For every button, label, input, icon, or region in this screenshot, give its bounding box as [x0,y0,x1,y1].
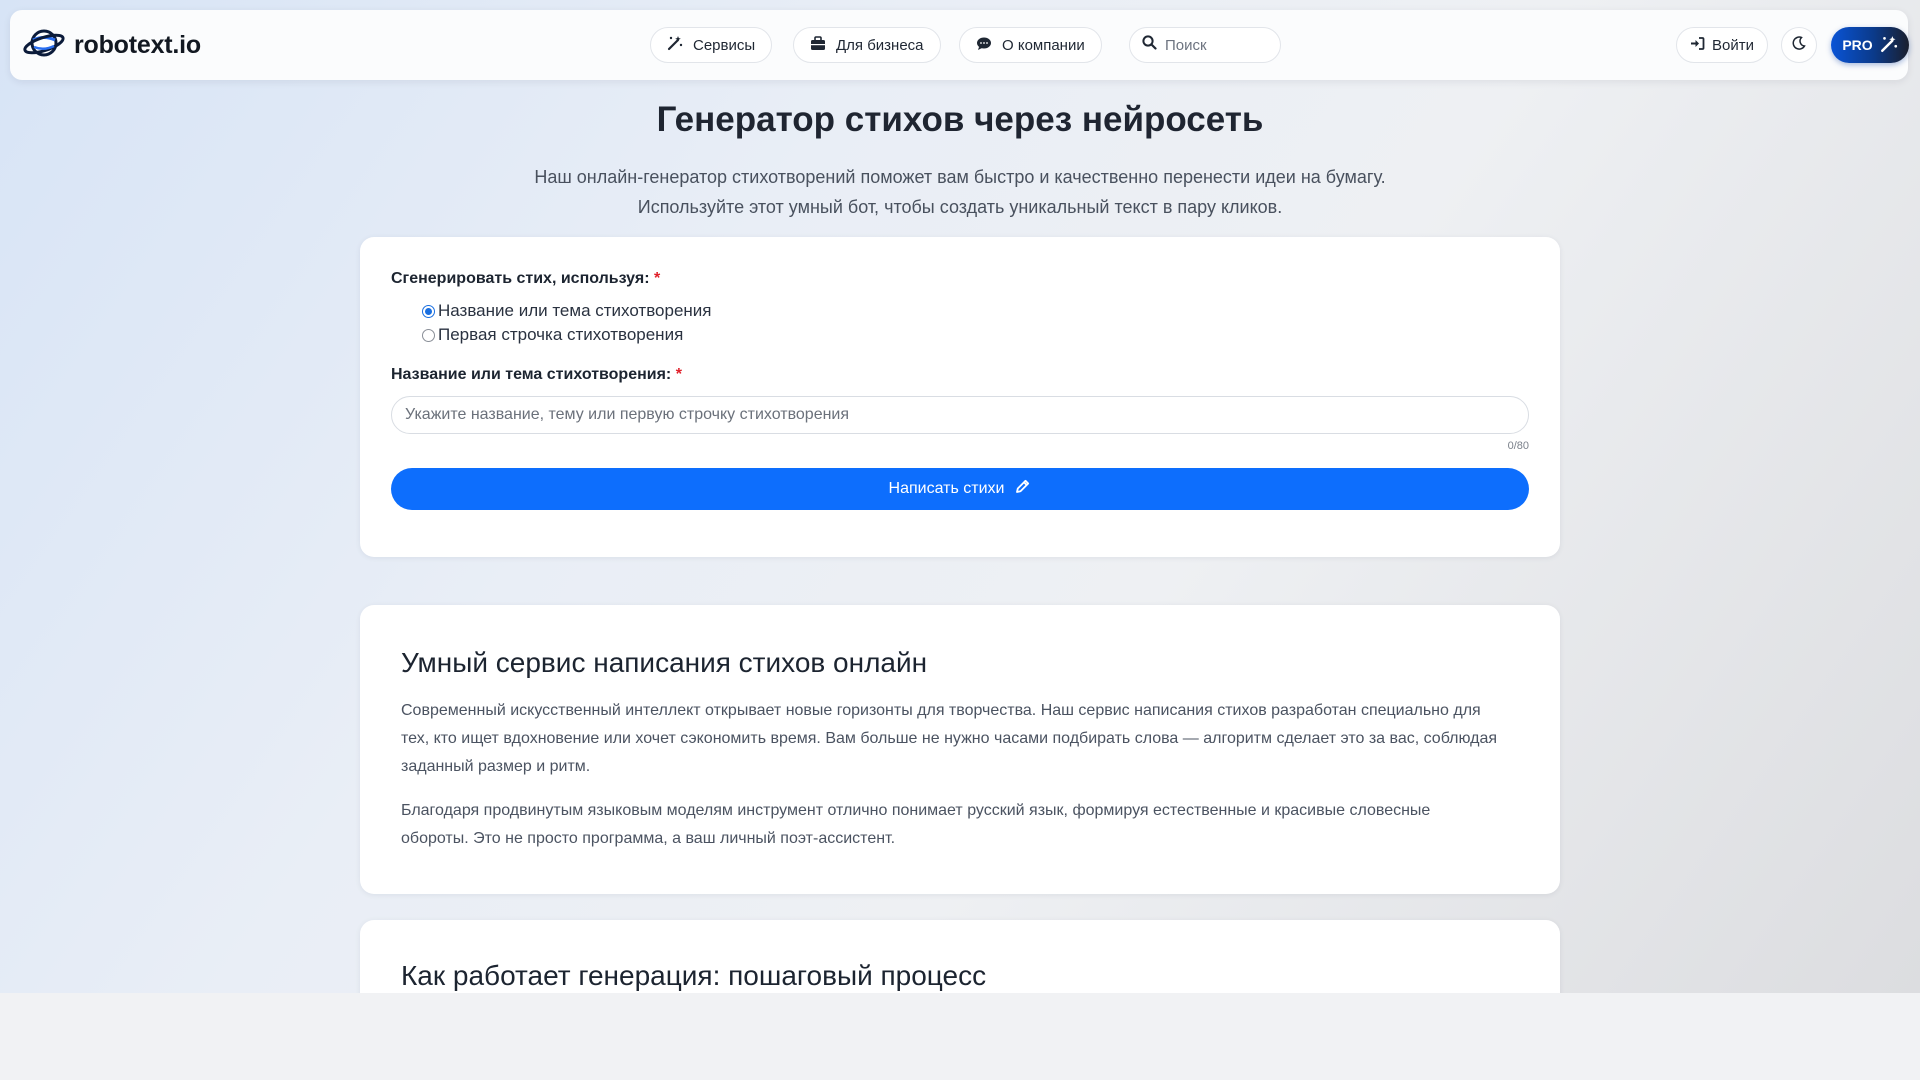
poem-generator-form: Сгенерировать стих, используя: * Названи… [360,237,1560,557]
info-section: Умный сервис написания стихов онлайн Сов… [360,605,1560,894]
poem-topic-input[interactable] [391,396,1529,434]
pro-label: PRO [1842,37,1873,53]
search-input[interactable] [1165,36,1273,54]
text-line: Благодаря продвинутым языковым моделям и… [401,802,1431,819]
magic-wand-icon [667,35,683,55]
chat-bubble-icon [976,36,992,55]
subtitle-line: Используйте этот умный бот, чтобы создат… [637,197,1283,217]
nav-business-button[interactable]: Для бизнеса [793,27,941,63]
nav-about-label: О компании [1002,36,1085,54]
submit-label: Написать стихи [888,480,1005,497]
pencil-icon [1014,478,1031,500]
nav-about-button[interactable]: О компании [959,27,1102,63]
subtitle-line: Наш онлайн-генератор стихотворений помож… [534,167,1386,187]
field-label-text: Название или тема стихотворения: [391,366,672,383]
login-button[interactable]: Войти [1676,27,1768,63]
write-poem-button[interactable]: Написать стихи [391,468,1529,510]
required-mark: * [653,270,661,287]
info-heading: Умный сервис написания стихов онлайн [401,647,928,678]
radio-label: Название или тема стихотворения [438,301,712,320]
text-line: Современный искусственный интеллект откр… [401,702,1481,719]
char-counter: 0/80 [1507,440,1529,452]
page-subtitle: Наш онлайн-генератор стихотворений помож… [0,162,1920,222]
info-paragraph-1: Современный искусственный интеллект откр… [401,697,1516,781]
nav-services-label: Сервисы [693,36,756,54]
search-icon [1142,35,1157,55]
radio-button[interactable] [422,328,435,342]
search-box[interactable] [1129,27,1281,63]
steps-section: Как работает генерация: пошаговый процес… [360,920,1560,1000]
login-label: Войти [1712,36,1754,54]
mode-label-text: Сгенерировать стих, используя: [391,270,650,287]
steps-heading: Как работает генерация: пошаговый процес… [401,960,987,991]
theme-toggle-button[interactable] [1781,27,1817,63]
field-label: Название или тема стихотворения: * [391,366,682,384]
planet-logo-icon [22,26,66,65]
magic-wand-icon [1880,35,1898,56]
viewport-bottom-area [0,993,1920,1080]
nav-services-button[interactable]: Сервисы [650,27,773,63]
text-line: тех, кто ищет вдохновение или хочет сэко… [401,730,1498,747]
briefcase-icon [810,35,826,55]
page-title: Генератор стихов через нейросеть [656,100,1264,139]
nav-business-label: Для бизнеса [836,36,924,54]
radio-label: Первая строчка стихотворения [438,325,684,344]
moon-icon [1792,35,1806,55]
mode-label: Сгенерировать стих, используя: * [391,270,660,288]
text-line: заданный размер и ритм. [401,758,591,775]
info-paragraph-2: Благодаря продвинутым языковым моделям и… [401,797,1516,853]
logo-text: robotext.io [74,31,201,59]
logo[interactable]: robotext.io [22,26,201,65]
required-mark: * [675,366,682,383]
login-icon [1690,36,1705,55]
radio-option-first-line[interactable]: Первая строчка стихотворения [422,325,683,345]
text-line: обороты. Это не просто программа, а ваш … [401,830,896,847]
pro-button[interactable]: PRO [1831,27,1909,63]
radio-button-checked[interactable] [422,304,435,318]
top-navbar: robotext.io Сервисы Для бизнеса О компан… [10,10,1909,80]
radio-option-title[interactable]: Название или тема стихотворения [422,301,712,321]
